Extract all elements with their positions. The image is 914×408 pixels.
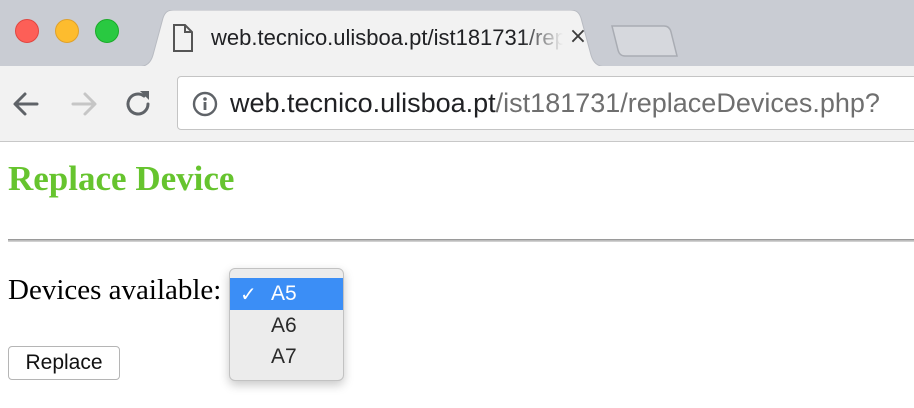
info-icon[interactable] xyxy=(192,91,218,122)
document-icon xyxy=(172,24,194,57)
tab-strip: web.tecnico.ulisboa.pt/ist181731/replace… xyxy=(0,0,914,68)
url-path: /ist181731/replaceDevices.php? xyxy=(495,88,880,118)
tab-close-icon[interactable]: × xyxy=(565,22,591,52)
forward-arrow-icon[interactable] xyxy=(66,86,102,122)
tab-title: web.tecnico.ulisboa.pt/ist181731/replace… xyxy=(211,25,563,50)
address-bar[interactable]: web.tecnico.ulisboa.pt/ist181731/replace… xyxy=(177,76,914,130)
device-option-a5[interactable]: ✓ A5 xyxy=(230,278,343,310)
page-content: Replace Device Devices available: Replac… xyxy=(0,142,914,408)
checkmark-icon: ✓ xyxy=(240,282,257,306)
horizontal-rule xyxy=(8,239,914,242)
device-option-a7[interactable]: A7 xyxy=(230,341,343,373)
new-tab-button[interactable] xyxy=(610,24,680,65)
option-label: A5 xyxy=(271,282,297,305)
replace-button[interactable]: Replace xyxy=(8,346,120,380)
window-maximize-button[interactable] xyxy=(95,19,119,43)
browser-toolbar: web.tecnico.ulisboa.pt/ist181731/replace… xyxy=(0,66,914,142)
back-arrow-icon[interactable] xyxy=(8,86,44,122)
url-host: web.tecnico.ulisboa.pt xyxy=(230,88,496,118)
reload-icon[interactable] xyxy=(120,86,156,122)
device-option-a6[interactable]: A6 xyxy=(230,310,343,342)
devices-label: Devices available: xyxy=(8,274,222,306)
page-title: Replace Device xyxy=(8,159,235,198)
window-close-button[interactable] xyxy=(15,19,39,43)
device-select-dropdown[interactable]: ✓ A5 A6 A7 xyxy=(229,268,344,381)
browser-tab[interactable]: web.tecnico.ulisboa.pt/ist181731/replace… xyxy=(137,10,607,68)
window-minimize-button[interactable] xyxy=(55,19,79,43)
option-label: A7 xyxy=(271,345,297,368)
url-text[interactable]: web.tecnico.ulisboa.pt/ist181731/replace… xyxy=(230,87,880,119)
option-label: A6 xyxy=(271,314,297,337)
